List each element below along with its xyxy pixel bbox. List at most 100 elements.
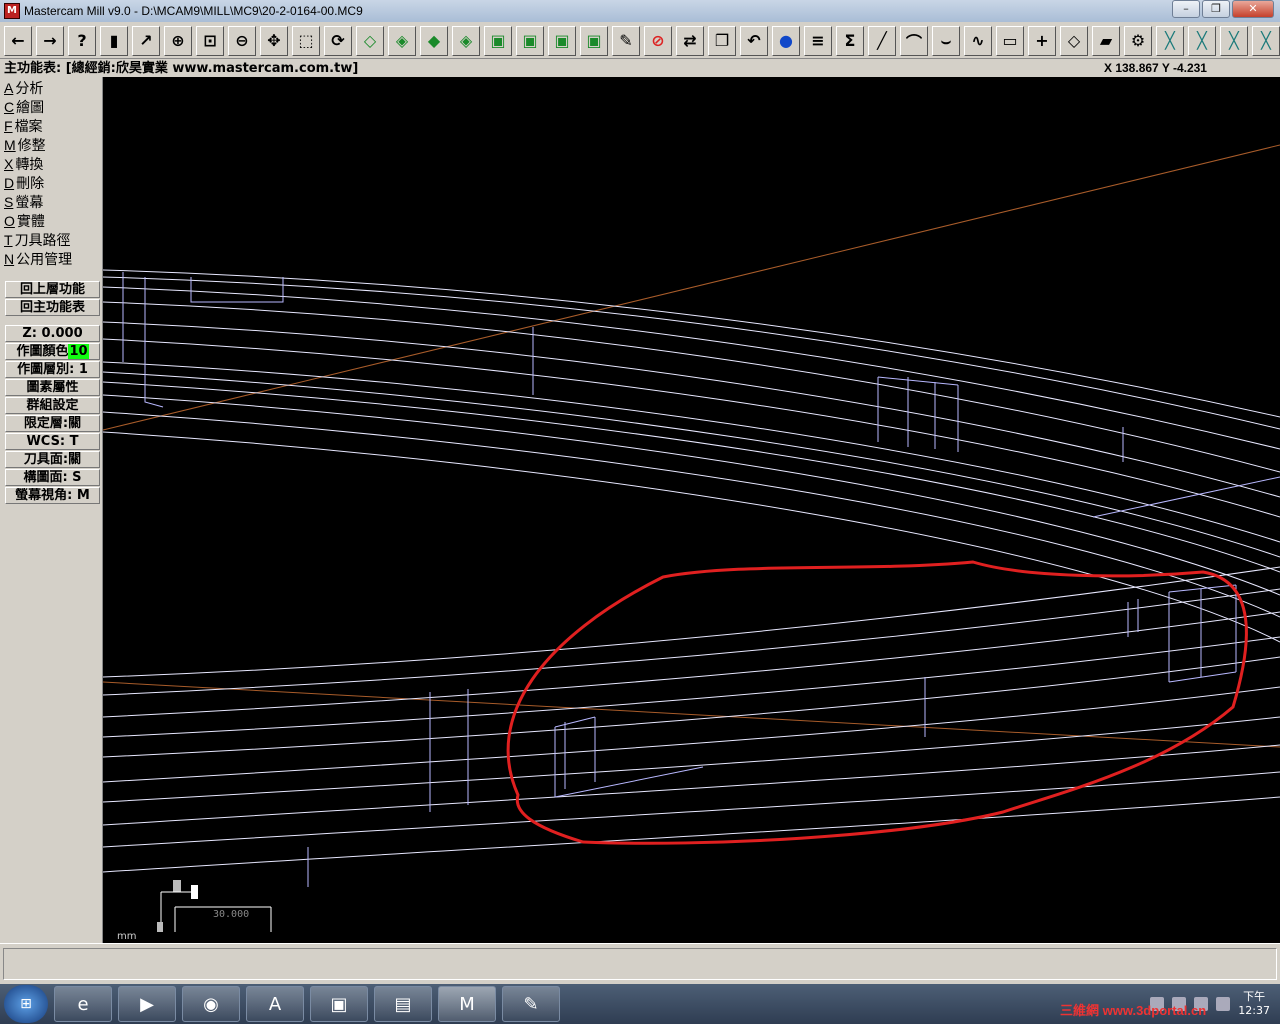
menu-hotkey: M <box>4 137 16 153</box>
ie-icon[interactable]: e <box>54 986 112 1022</box>
restore-button[interactable]: ❐ <box>1202 0 1230 18</box>
media-player-icon[interactable]: ▶ <box>118 986 176 1022</box>
no-entry-icon[interactable]: ⊘ <box>644 25 672 56</box>
paint-icon[interactable]: ✎ <box>502 986 560 1022</box>
spline-icon[interactable]: ∿ <box>964 25 992 56</box>
clock[interactable]: 下午 12:37 <box>1238 990 1270 1018</box>
chrome-icon[interactable]: ◉ <box>182 986 240 1022</box>
wireframe-model: 30.000 mm <box>102 144 1280 942</box>
gview-button[interactable]: 螢幕視角: M <box>5 487 100 504</box>
menu-label: 繪圖 <box>16 100 45 116</box>
back-arrow-icon[interactable]: ← <box>4 25 32 56</box>
menu-label: 刪除 <box>16 176 45 192</box>
view-front-icon[interactable]: ◆ <box>420 25 448 56</box>
construction-line <box>102 681 1280 748</box>
menu-item-o[interactable]: O 實體 <box>4 212 45 231</box>
menu-label: 螢幕 <box>15 195 44 211</box>
main-menu-button[interactable]: 回主功能表 <box>5 299 100 316</box>
wcs-button[interactable]: WCS: T <box>5 433 100 450</box>
level-button[interactable]: 作圖層別: 1 <box>5 361 100 378</box>
view-top-icon[interactable]: ◈ <box>388 25 416 56</box>
rotate-view-icon[interactable]: ⟳ <box>324 25 352 56</box>
acrobat-icon[interactable]: A <box>246 986 304 1022</box>
menu-item-s[interactable]: S 螢幕 <box>4 193 43 212</box>
window-title: Mastercam Mill v9.0 - D:\MCAM9\MILL\MC9\… <box>24 4 363 18</box>
save-icon[interactable]: ▮ <box>100 25 128 56</box>
menu-hotkey: F <box>4 118 13 134</box>
menu-item-d[interactable]: D 刪除 <box>4 174 44 193</box>
graphics-viewport[interactable]: 30.000 mm <box>102 77 1280 943</box>
menu-title-bar: 主功能表: [總經銷:欣昊實業 www.mastercam.com.tw] X … <box>0 60 1280 77</box>
contacts-icon[interactable]: ▣ <box>310 986 368 1022</box>
attributes-button[interactable]: 圖素屬性 <box>5 379 100 396</box>
sphere-icon[interactable]: ● <box>772 25 800 56</box>
sigma-icon[interactable]: Σ <box>836 25 864 56</box>
line-icon[interactable]: ╱ <box>868 25 896 56</box>
point-icon[interactable]: + <box>1028 25 1056 56</box>
tool-icon[interactable]: ⚙ <box>1124 25 1152 56</box>
menu-label: 實體 <box>16 214 45 230</box>
view-cube-1-icon[interactable]: ▣ <box>484 25 512 56</box>
menu-item-x[interactable]: X 轉換 <box>4 155 43 174</box>
color-button[interactable]: 作圖顏色10 <box>5 343 100 360</box>
prompt-field <box>3 948 1277 980</box>
select-icon[interactable]: ⬚ <box>292 25 320 56</box>
menu-item-f[interactable]: F 檔案 <box>4 117 43 136</box>
back-up-menu-button[interactable]: 回上層功能 <box>5 281 100 298</box>
groups-button[interactable]: 群組設定 <box>5 397 100 414</box>
help-icon[interactable]: ? <box>68 25 96 56</box>
color-label: 作圖顏色 <box>16 344 69 359</box>
mastercam-app-icon[interactable]: M <box>4 3 20 19</box>
pencil-icon[interactable]: ✎ <box>612 25 640 56</box>
rectangle-icon[interactable]: ▭ <box>996 25 1024 56</box>
upper-wireframe-curves <box>102 269 1280 643</box>
view-iso-icon[interactable]: ◇ <box>356 25 384 56</box>
minimize-button[interactable]: – <box>1172 0 1200 18</box>
zoom-fit-icon[interactable]: ⊡ <box>196 25 224 56</box>
explorer-icon[interactable]: ▤ <box>374 986 432 1022</box>
surface-icon[interactable]: ◇ <box>1060 25 1088 56</box>
start-orb-icon[interactable]: ⊞ <box>4 985 48 1023</box>
mask-button[interactable]: 限定層:關 <box>5 415 100 432</box>
menu-item-t[interactable]: T 刀具路徑 <box>4 231 71 250</box>
toolplane-button[interactable]: 刀具面:關 <box>5 451 100 468</box>
arc-icon[interactable]: ⌒ <box>900 25 928 56</box>
cplane-button[interactable]: 構圖面: S <box>5 469 100 486</box>
solid-box-icon[interactable]: ▰ <box>1092 25 1120 56</box>
upper-wireframe-blue <box>122 272 1280 518</box>
view-cube-2-icon[interactable]: ▣ <box>516 25 544 56</box>
trim-4-icon[interactable]: ╳ <box>1252 25 1280 56</box>
view-cube-4-icon[interactable]: ▣ <box>580 25 608 56</box>
pan-icon[interactable]: ✥ <box>260 25 288 56</box>
menu-hotkey: D <box>4 175 15 191</box>
menu-item-m[interactable]: M 修整 <box>4 136 46 155</box>
copy-icon[interactable]: ❐ <box>708 25 736 56</box>
trim-2-icon[interactable]: ╳ <box>1188 25 1216 56</box>
transform-icon[interactable]: ⇄ <box>676 25 704 56</box>
analyze-icon[interactable]: ↗ <box>132 25 160 56</box>
close-button[interactable]: ✕ <box>1232 0 1274 18</box>
clock-time: 12:37 <box>1238 1004 1270 1017</box>
view-cube-3-icon[interactable]: ▣ <box>548 25 576 56</box>
menu-item-a[interactable]: A 分析 <box>4 79 43 98</box>
zoom-window-icon[interactable]: ⊕ <box>164 25 192 56</box>
scale-bar: 30.000 <box>174 906 272 932</box>
red-annotation-circle <box>506 560 1248 845</box>
zoom-out-icon[interactable]: ⊖ <box>228 25 256 56</box>
menu-item-c[interactable]: C 繪圖 <box>4 98 44 117</box>
fillet-icon[interactable]: ⌣ <box>932 25 960 56</box>
layers-icon[interactable]: ≡ <box>804 25 832 56</box>
title-bar[interactable]: M Mastercam Mill v9.0 - D:\MCAM9\MILL\MC… <box>0 0 1280 22</box>
forward-arrow-icon[interactable]: → <box>36 25 64 56</box>
scale-label: 30.000 <box>213 909 249 920</box>
trim-1-icon[interactable]: ╳ <box>1156 25 1184 56</box>
trim-3-icon[interactable]: ╳ <box>1220 25 1248 56</box>
axis-gnomon <box>157 880 198 932</box>
menu-label: 檔案 <box>14 119 43 135</box>
undo-icon[interactable]: ↶ <box>740 25 768 56</box>
z-depth-button[interactable]: Z: 0.000 <box>5 325 100 342</box>
mastercam-icon[interactable]: M <box>438 986 496 1022</box>
menu-item-n[interactable]: N 公用管理 <box>4 250 72 269</box>
view-side-icon[interactable]: ◈ <box>452 25 480 56</box>
volume-icon[interactable] <box>1216 997 1231 1011</box>
